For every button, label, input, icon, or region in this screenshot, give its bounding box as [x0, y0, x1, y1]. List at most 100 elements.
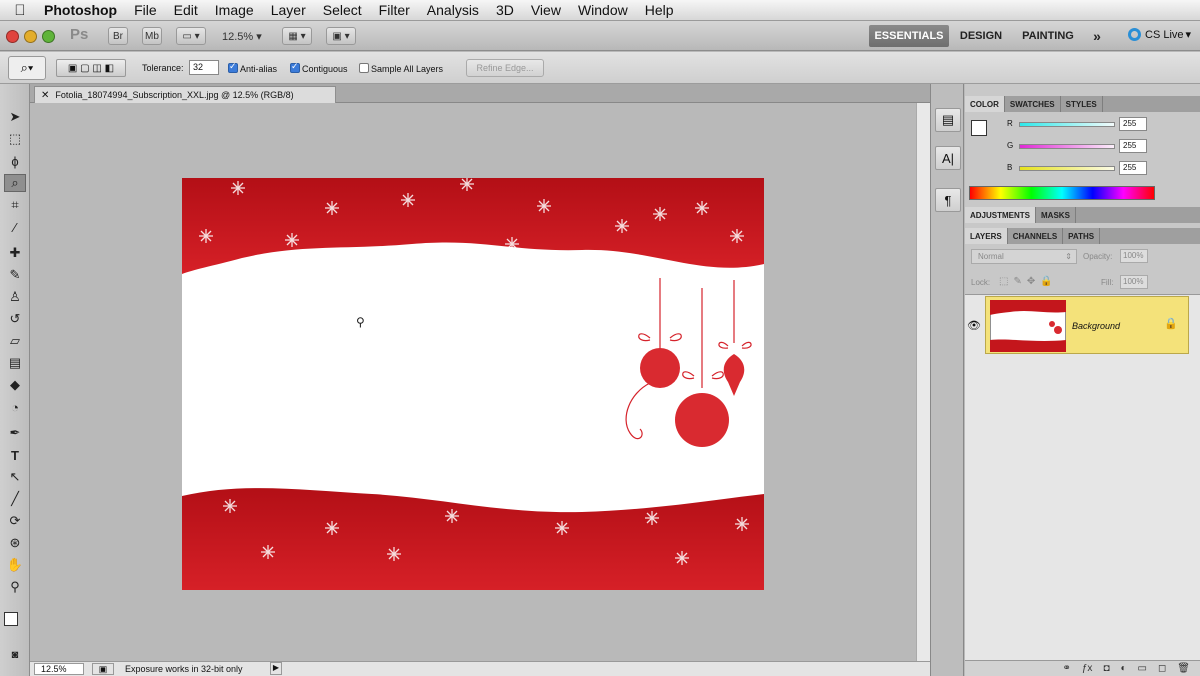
menu-window[interactable]: Window	[569, 2, 636, 18]
minimize-window-button[interactable]	[24, 30, 37, 43]
workspace-essentials[interactable]: ESSENTIALS	[869, 25, 949, 47]
histogram-panel-icon[interactable]: ▤	[935, 108, 961, 132]
tab-styles[interactable]: STYLES	[1061, 96, 1103, 112]
eyedropper-tool-icon[interactable]: ⁄	[4, 218, 26, 236]
line-tool-icon[interactable]: ╱	[4, 490, 26, 508]
r-slider[interactable]	[1019, 122, 1115, 127]
blend-mode-select[interactable]: Normal ⇕	[971, 249, 1077, 264]
quick-selection-tool-icon[interactable]: ⌕	[4, 174, 26, 192]
apple-icon[interactable]: 	[0, 2, 40, 19]
g-slider[interactable]	[1019, 144, 1115, 149]
quick-mask-icon[interactable]: ◙	[4, 646, 26, 664]
menu-help[interactable]: Help	[636, 2, 682, 18]
menu-analysis[interactable]: Analysis	[418, 2, 487, 18]
zoom-level-dropdown[interactable]: 12.5% ▾	[222, 30, 262, 43]
screen-mode-icon[interactable]: ▣ ▾	[326, 27, 356, 45]
lock-icons[interactable]: ⬚✎✥🔒	[999, 276, 1058, 287]
character-panel-icon[interactable]: A|	[935, 146, 961, 170]
menu-view[interactable]: View	[522, 2, 569, 18]
tab-masks[interactable]: MASKS	[1036, 207, 1076, 223]
layer-style-icon[interactable]: ƒx	[1082, 663, 1093, 674]
document-image[interactable]	[182, 178, 764, 590]
marquee-tool-icon[interactable]: ⬚	[4, 130, 26, 148]
paragraph-panel-icon[interactable]: ¶	[935, 188, 961, 212]
clone-stamp-tool-icon[interactable]: ♙	[4, 288, 26, 306]
status-zoom-field[interactable]: 12.5%	[34, 663, 84, 675]
tab-channels[interactable]: CHANNELS	[1008, 228, 1064, 244]
b-value-input[interactable]: 255	[1119, 161, 1147, 175]
adjustment-layer-icon[interactable]: ◐	[1120, 663, 1126, 674]
opacity-input[interactable]: 100%	[1120, 249, 1148, 263]
lasso-tool-icon[interactable]: ϕ	[4, 152, 26, 170]
layer-visibility-eye-icon[interactable]: 👁	[965, 296, 983, 354]
zoom-tool-icon[interactable]: ⚲	[4, 578, 26, 596]
path-selection-tool-icon[interactable]: ↖	[4, 468, 26, 486]
tab-color[interactable]: COLOR	[965, 96, 1005, 112]
b-slider[interactable]	[1019, 166, 1115, 171]
menu-3d[interactable]: 3D	[487, 2, 522, 18]
anti-alias-checkbox[interactable]: Anti-alias	[228, 61, 277, 74]
status-preview-icon[interactable]: ▣	[92, 663, 114, 675]
tab-adjustments[interactable]: ADJUSTMENTS	[965, 207, 1037, 223]
history-brush-tool-icon[interactable]: ↺	[4, 310, 26, 328]
menu-app-name[interactable]: Photoshop	[40, 2, 126, 18]
arrange-documents-icon[interactable]: ▦ ▾	[282, 27, 312, 45]
new-group-icon[interactable]: ▭	[1138, 663, 1147, 674]
view-extras-icon[interactable]: ▭ ▾	[176, 27, 206, 45]
hand-tool-icon[interactable]: ✋	[4, 556, 26, 574]
tolerance-input[interactable]: 32	[189, 60, 219, 75]
selection-mode-buttons[interactable]: ▣ ▢ ◫ ◧	[56, 59, 126, 77]
gradient-tool-icon[interactable]: ▤	[4, 354, 26, 372]
dodge-tool-icon[interactable]: ◔	[4, 398, 26, 416]
move-tool-icon[interactable]: ➤	[4, 108, 26, 126]
foreground-color-swatch[interactable]	[4, 612, 18, 626]
crop-tool-icon[interactable]: ⌗	[4, 196, 26, 214]
3d-rotate-tool-icon[interactable]: ⟳	[4, 512, 26, 530]
document-tab-title: Fotolia_18074994_Subscription_XXL.jpg @ …	[55, 90, 294, 100]
new-layer-icon[interactable]: ◻	[1158, 663, 1166, 674]
canvas-area[interactable]: ⚲	[30, 103, 916, 661]
3d-orbit-tool-icon[interactable]: ⊛	[4, 534, 26, 552]
workspace-painting[interactable]: PAINTING	[1016, 25, 1080, 47]
color-ramp[interactable]	[969, 186, 1155, 200]
link-layers-icon[interactable]: ⚭	[1062, 663, 1070, 674]
color-panel-foreground-swatch[interactable]	[971, 120, 987, 136]
tab-paths[interactable]: PATHS	[1063, 228, 1101, 244]
contiguous-checkbox[interactable]: Contiguous	[290, 61, 348, 74]
blur-tool-icon[interactable]: ◆	[4, 376, 26, 394]
pen-tool-icon[interactable]: ✒	[4, 424, 26, 442]
fill-input[interactable]: 100%	[1120, 275, 1148, 289]
r-value-input[interactable]: 255	[1119, 117, 1147, 131]
tab-layers[interactable]: LAYERS	[965, 228, 1008, 244]
cs-live-button[interactable]: CS Live ▾	[1128, 28, 1191, 41]
menu-select[interactable]: Select	[314, 2, 370, 18]
launch-bridge-icon[interactable]: Br	[108, 27, 128, 45]
refine-edge-button[interactable]: Refine Edge...	[466, 59, 544, 77]
status-menu-arrow-icon[interactable]: ▶	[270, 662, 282, 675]
sample-all-layers-checkbox[interactable]: Sample All Layers	[359, 63, 443, 74]
close-document-icon[interactable]: ✕	[41, 90, 49, 101]
tool-preset-picker[interactable]: ⌕▾	[8, 56, 46, 80]
menu-layer[interactable]: Layer	[262, 2, 314, 18]
document-tab[interactable]: ✕ Fotolia_18074994_Subscription_XXL.jpg …	[34, 86, 336, 103]
menu-filter[interactable]: Filter	[370, 2, 418, 18]
close-window-button[interactable]	[6, 30, 19, 43]
menu-edit[interactable]: Edit	[165, 2, 206, 18]
tab-swatches[interactable]: SWATCHES	[1005, 96, 1061, 112]
vertical-scrollbar[interactable]	[916, 103, 930, 661]
mini-bridge-icon[interactable]: Mb	[142, 27, 162, 45]
type-tool-icon[interactable]: T	[4, 446, 26, 464]
layer-name[interactable]: Background	[1072, 321, 1120, 331]
eraser-tool-icon[interactable]: ▱	[4, 332, 26, 350]
menu-image[interactable]: Image	[206, 2, 262, 18]
healing-brush-tool-icon[interactable]: ✚	[4, 244, 26, 262]
zoom-window-button[interactable]	[42, 30, 55, 43]
workspace-design[interactable]: DESIGN	[954, 25, 1008, 47]
layer-mask-icon[interactable]: ◘	[1103, 663, 1109, 674]
more-workspaces-button[interactable]: »	[1086, 25, 1108, 47]
menu-file[interactable]: File	[126, 2, 166, 18]
delete-layer-icon[interactable]: 🗑	[1177, 663, 1190, 674]
g-value-input[interactable]: 255	[1119, 139, 1147, 153]
layer-row-background[interactable]: Background 🔒	[985, 296, 1189, 354]
brush-tool-icon[interactable]: ✎	[4, 266, 26, 284]
